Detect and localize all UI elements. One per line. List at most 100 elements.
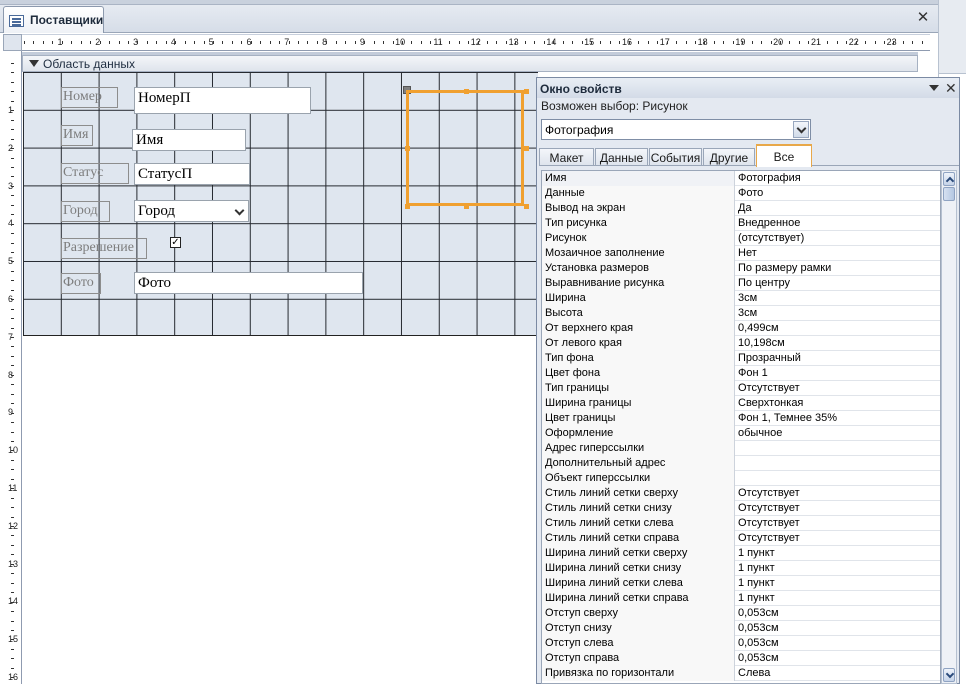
scroll-thumb[interactable] <box>943 187 955 201</box>
tab-layout[interactable]: Макет <box>539 148 594 166</box>
photo-control-selected[interactable] <box>405 89 529 209</box>
property-row[interactable]: От левого края 10,198см <box>542 336 940 351</box>
horizontal-ruler[interactable]: 1 2 3 4 5 6 7 8 9 10 11 12 13 14 15 16 17 18 19 20 21 22 23 <box>22 34 930 51</box>
label-imya[interactable]: Имя <box>61 125 93 146</box>
property-sheet-title-bar[interactable]: Окно свойств ✕ <box>537 78 959 98</box>
dropdown-arrow-icon[interactable] <box>232 201 248 221</box>
textbox-nomer[interactable]: НомерП <box>134 87 311 114</box>
textbox-status[interactable]: СтатусП <box>134 163 250 185</box>
property-row[interactable]: Ширина границы Сверхтонкая <box>542 396 940 411</box>
property-row[interactable]: Отступ сверху 0,053см <box>542 606 940 621</box>
property-value[interactable]: 0,053см <box>736 606 940 621</box>
property-value[interactable]: 0,053см <box>736 636 940 651</box>
tab-other[interactable]: Другие <box>703 148 755 166</box>
property-value[interactable]: (отсутствует) <box>736 231 940 246</box>
tab-events[interactable]: События <box>649 148 702 166</box>
property-value[interactable]: 10,198см <box>736 336 940 351</box>
property-row[interactable]: Цвет границы Фон 1, Темнее 35% <box>542 411 940 426</box>
property-row[interactable]: Ширина линий сетки справа 1 пункт <box>542 591 940 606</box>
property-row[interactable]: Высота 3см <box>542 306 940 321</box>
resize-handle[interactable] <box>524 204 529 209</box>
property-value[interactable]: Фон 1 <box>736 366 940 381</box>
property-value[interactable]: обычное <box>736 426 940 441</box>
property-value[interactable]: По размеру рамки <box>736 261 940 276</box>
property-row[interactable]: Ширина линий сетки снизу 1 пункт <box>542 561 940 576</box>
property-row[interactable]: От верхнего края 0,499см <box>542 321 940 336</box>
property-value[interactable]: Отсутствует <box>736 486 940 501</box>
scroll-down-icon[interactable] <box>943 668 955 682</box>
property-row[interactable]: Привязка по горизонтали Слева <box>542 666 940 681</box>
form-selector[interactable] <box>3 34 22 51</box>
property-value[interactable]: 1 пункт <box>736 546 940 561</box>
property-row[interactable]: Стиль линий сетки слева Отсутствует <box>542 516 940 531</box>
dropdown-arrow-icon[interactable] <box>793 121 809 138</box>
property-value[interactable]: 0,499см <box>736 321 940 336</box>
property-row[interactable]: Тип рисунка Внедренное <box>542 216 940 231</box>
property-row[interactable]: Отступ справа 0,053см <box>542 651 940 666</box>
property-row[interactable]: Выравнивание рисунка По центру <box>542 276 940 291</box>
property-value[interactable]: Отсутствует <box>736 381 940 396</box>
property-value[interactable]: 1 пункт <box>736 591 940 606</box>
detail-section-header[interactable]: Область данных <box>22 55 918 72</box>
property-row[interactable]: Тип фона Прозрачный <box>542 351 940 366</box>
label-foto[interactable]: Фото <box>61 273 101 294</box>
document-tab-suppliers[interactable]: Поставщики <box>3 6 104 33</box>
property-value[interactable]: 0,053см <box>736 621 940 636</box>
property-row[interactable]: Ширина линий сетки сверху 1 пункт <box>542 546 940 561</box>
resize-handle[interactable] <box>524 89 529 94</box>
textbox-foto[interactable]: Фото <box>134 272 363 294</box>
property-row[interactable]: Стиль линий сетки снизу Отсутствует <box>542 501 940 516</box>
label-gorod[interactable]: Город <box>61 201 110 222</box>
property-value[interactable]: Отсутствует <box>736 501 940 516</box>
resize-handle[interactable] <box>405 204 410 209</box>
property-row[interactable]: Данные Фото <box>542 186 940 201</box>
property-value[interactable] <box>736 456 940 471</box>
property-row[interactable]: Цвет фона Фон 1 <box>542 366 940 381</box>
property-value[interactable]: Фотография <box>736 171 940 186</box>
property-value[interactable]: 3см <box>736 306 940 321</box>
property-row[interactable]: Стиль линий сетки справа Отсутствует <box>542 531 940 546</box>
chevron-down-icon[interactable] <box>929 85 939 91</box>
resize-handle[interactable] <box>524 146 529 151</box>
property-list-scrollbar[interactable] <box>941 170 957 684</box>
section-collapse-icon[interactable] <box>29 60 39 67</box>
property-value[interactable]: Фон 1, Темнее 35% <box>736 411 940 426</box>
vertical-ruler[interactable]: 12345678910111213141516 <box>3 51 22 684</box>
property-value[interactable] <box>736 441 940 456</box>
property-row[interactable]: Отступ слева 0,053см <box>542 636 940 651</box>
property-row[interactable]: Ширина 3см <box>542 291 940 306</box>
resize-handle[interactable] <box>464 204 469 209</box>
property-value[interactable] <box>736 471 940 486</box>
property-value[interactable]: Отсутствует <box>736 531 940 546</box>
resize-handle[interactable] <box>464 89 469 94</box>
property-value[interactable]: Внедренное <box>736 216 940 231</box>
property-value[interactable]: Отсутствует <box>736 516 940 531</box>
property-value[interactable]: Слева <box>736 666 940 681</box>
property-row[interactable]: Объект гиперссылки <box>542 471 940 486</box>
object-selector[interactable]: Фотография <box>541 119 811 140</box>
textbox-imya[interactable]: Имя <box>132 129 246 151</box>
close-icon[interactable]: ✕ <box>915 10 931 26</box>
checkbox-razreshenie[interactable]: ✓ <box>170 237 181 248</box>
property-row[interactable]: Установка размеров По размеру рамки <box>542 261 940 276</box>
property-value[interactable]: 1 пункт <box>736 576 940 591</box>
label-razreshenie[interactable]: Разрешение <box>61 238 147 259</box>
property-row[interactable]: Вывод на экран Да <box>542 201 940 216</box>
property-row[interactable]: Имя Фотография <box>542 171 940 186</box>
property-row[interactable]: Ширина линий сетки слева 1 пункт <box>542 576 940 591</box>
tab-all[interactable]: Все <box>756 144 812 167</box>
property-value[interactable]: Фото <box>736 186 940 201</box>
property-row[interactable]: Дополнительный адрес <box>542 456 940 471</box>
property-value[interactable]: Да <box>736 201 940 216</box>
label-status[interactable]: Статус <box>61 163 129 184</box>
property-row[interactable]: Рисунок (отсутствует) <box>542 231 940 246</box>
property-row[interactable]: Тип границы Отсутствует <box>542 381 940 396</box>
property-row[interactable]: Мозаичное заполнение Нет <box>542 246 940 261</box>
property-value[interactable]: Нет <box>736 246 940 261</box>
label-nomer[interactable]: Номер <box>61 87 118 108</box>
combobox-gorod[interactable]: Город <box>134 200 249 222</box>
tab-data[interactable]: Данные <box>595 148 648 166</box>
property-row[interactable]: Оформление обычное <box>542 426 940 441</box>
property-value[interactable]: 3см <box>736 291 940 306</box>
property-value[interactable]: 1 пункт <box>736 561 940 576</box>
